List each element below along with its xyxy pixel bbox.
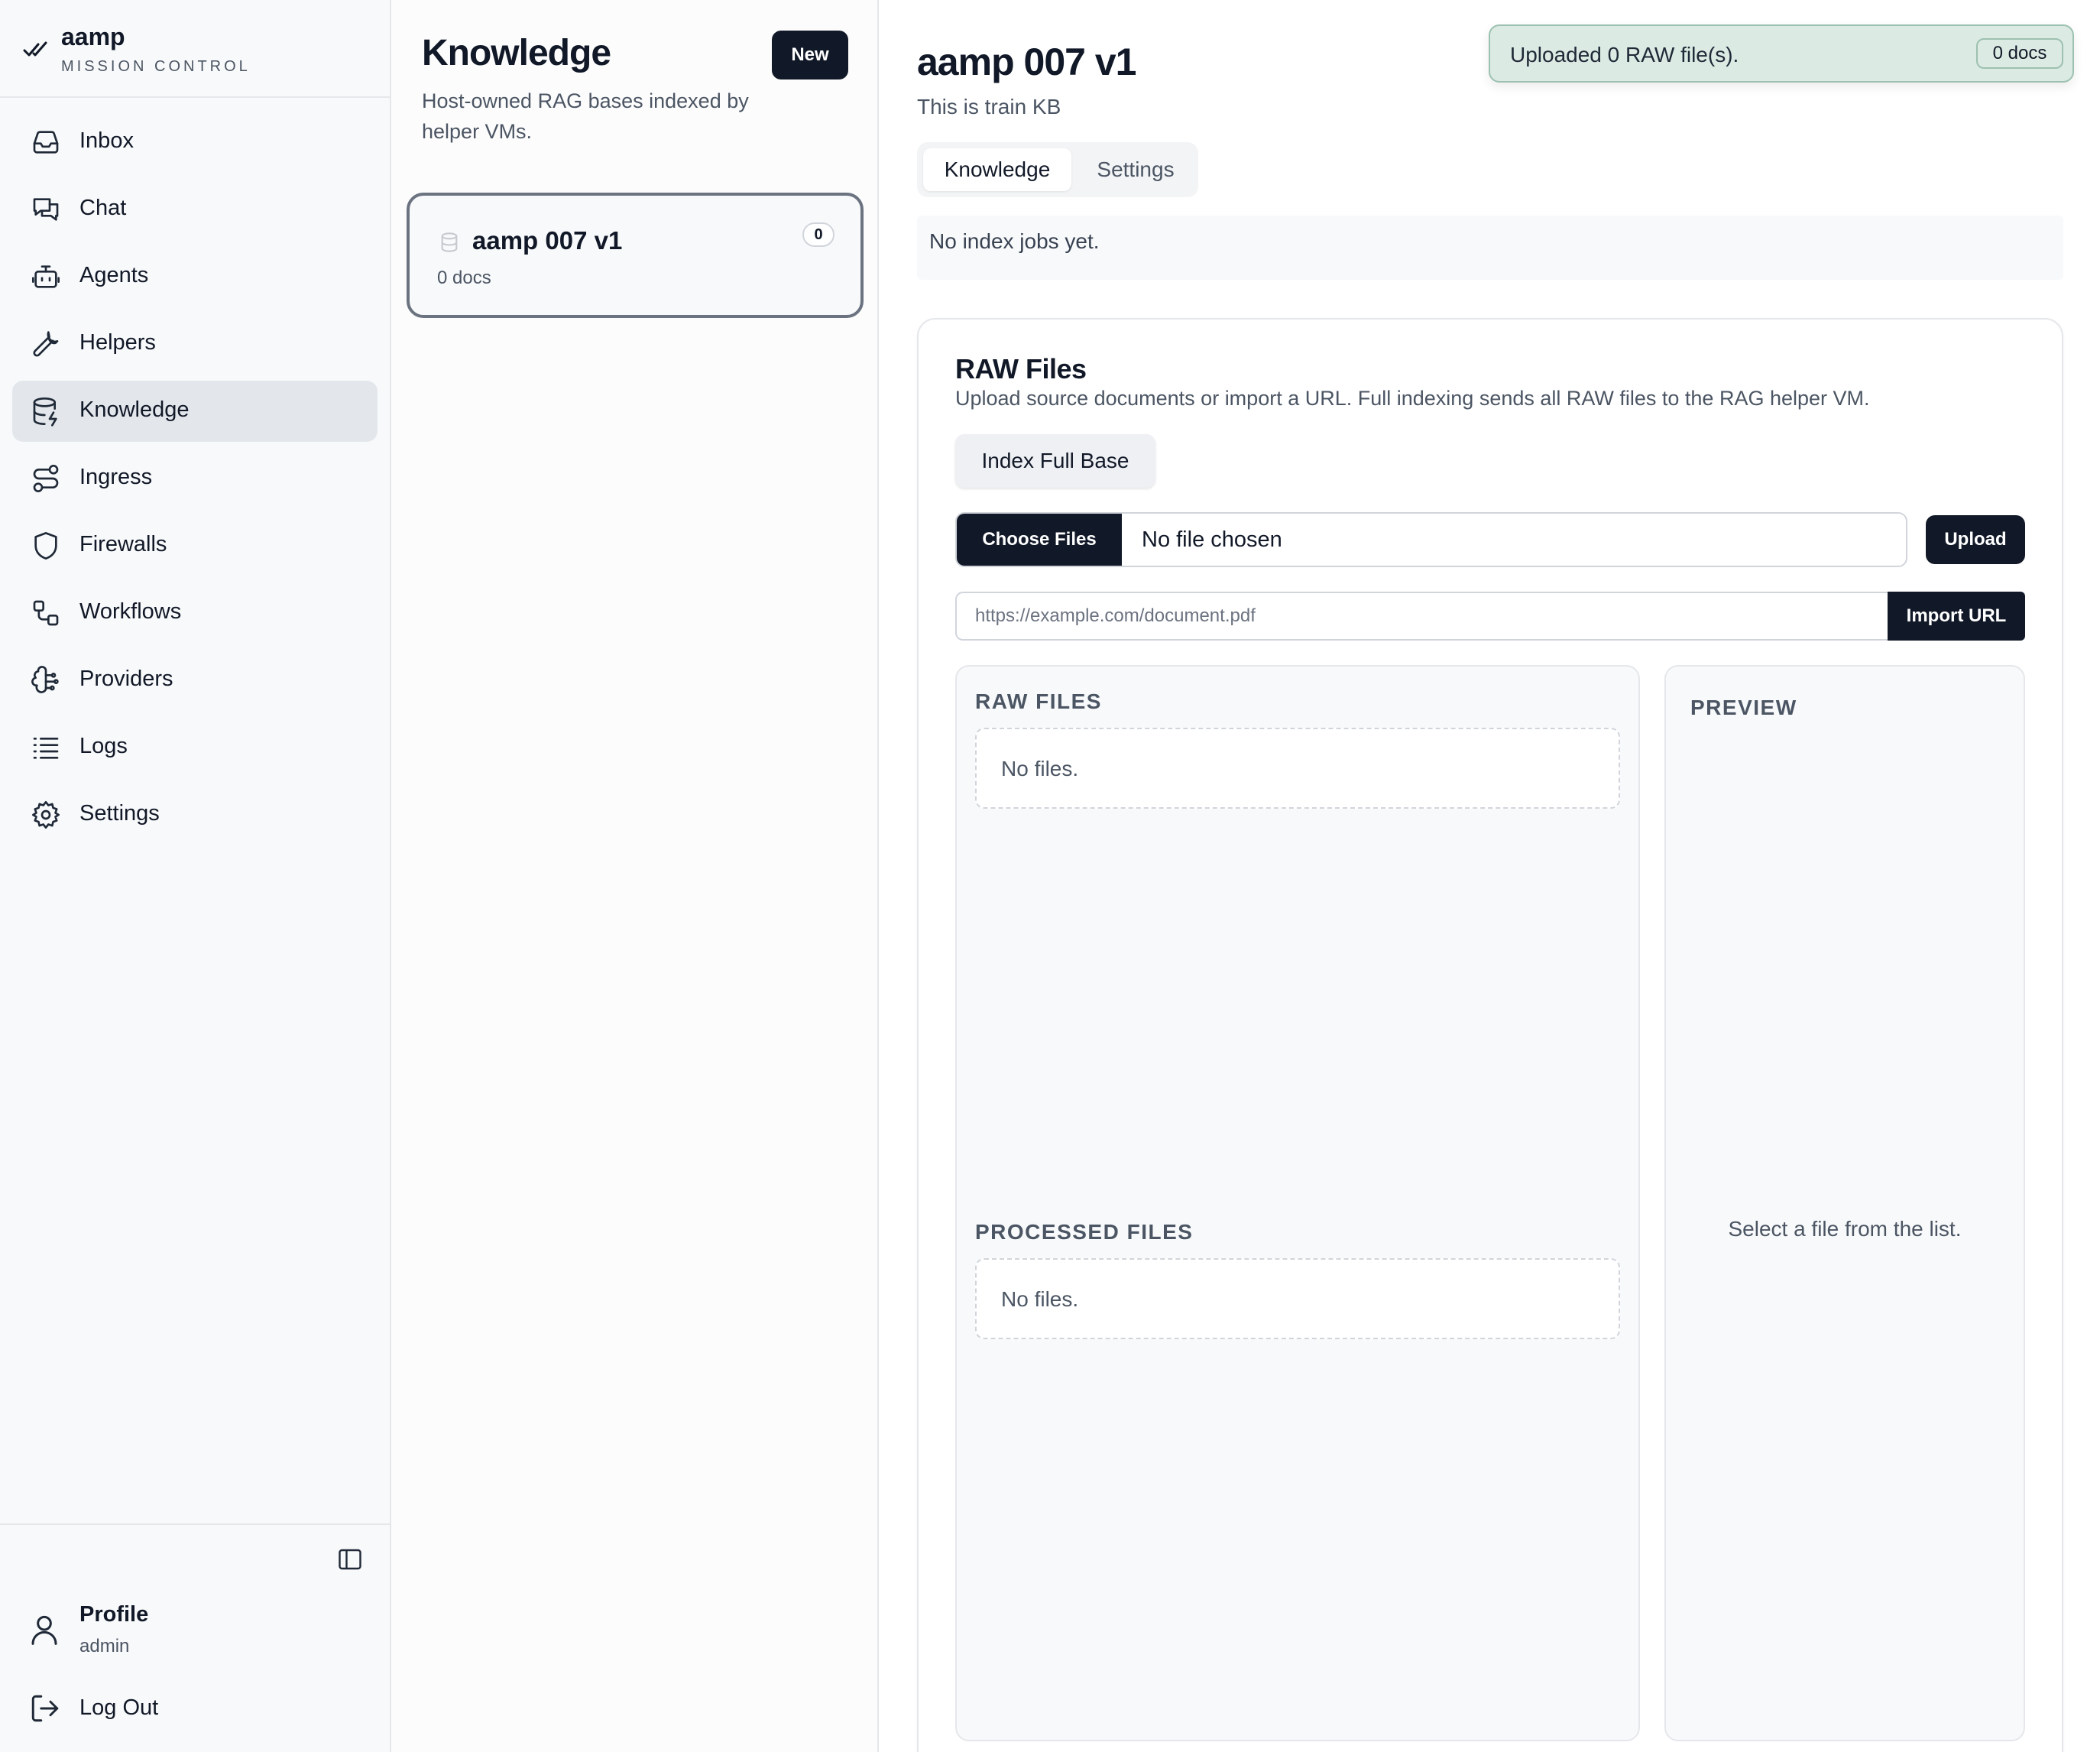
index-jobs-panel: No index jobs yet. (917, 216, 2063, 280)
processed-files-empty-box: No files. (975, 1258, 1620, 1339)
sidebar-item-label: Logs (79, 734, 128, 758)
raw-files-title: RAW Files (955, 353, 1087, 384)
list-description: Host-owned RAG bases indexed by helper V… (422, 89, 749, 143)
checkmarks-logo-icon (23, 41, 47, 57)
toast-message: Uploaded 0 RAW file(s). (1510, 43, 1739, 67)
brand-subtitle: MISSION CONTROL (61, 58, 251, 75)
sidebar-item-label: Knowledge (79, 397, 190, 422)
sidebar-item-settings[interactable]: Settings (12, 784, 378, 845)
brand: aamp MISSION CONTROL (0, 0, 390, 98)
sidebar-item-label: Settings (79, 801, 160, 826)
wrench-icon (33, 331, 59, 357)
upload-button[interactable]: Upload (1926, 515, 2025, 564)
sidebar-item-providers[interactable]: Providers (12, 650, 378, 711)
profile-role: admin (79, 1636, 130, 1656)
gear-icon (32, 801, 60, 829)
index-full-base-button[interactable]: Index Full Base (955, 434, 1155, 488)
shield-icon (34, 532, 57, 560)
sidebar-item-ingress[interactable]: Ingress (12, 448, 378, 509)
sidebar-item-firewalls[interactable]: Firewalls (12, 515, 378, 576)
sidebar-item-label: Inbox (79, 128, 134, 153)
logout-button[interactable]: Log Out (79, 1695, 158, 1721)
sidebar: aamp MISSION CONTROL Inbox Chat Agents H… (0, 0, 391, 1752)
list-title: Knowledge (422, 33, 611, 73)
processed-files-empty-text: No files. (1001, 1287, 1079, 1311)
inbox-icon (33, 131, 59, 154)
sidebar-item-label: Providers (79, 667, 173, 691)
sidebar-item-label: Ingress (79, 465, 153, 489)
database-icon (33, 397, 57, 427)
new-knowledge-button[interactable]: New (772, 31, 848, 79)
tab-bar: Knowledge Settings (917, 142, 1198, 197)
robot-icon (32, 265, 60, 288)
sidebar-item-logs[interactable]: Logs (12, 717, 378, 778)
raw-files-empty-box: No files. (975, 728, 1620, 809)
toast-docs-badge: 0 docs (1976, 38, 2063, 69)
sidebar-item-workflows[interactable]: Workflows (12, 582, 378, 644)
page-subtitle: This is train KB (917, 95, 1061, 118)
raw-files-empty-text: No files. (1001, 757, 1079, 780)
raw-files-description: Upload source documents or import a URL.… (955, 387, 1870, 410)
route-icon (33, 465, 59, 492)
page-title: aamp 007 v1 (917, 41, 1136, 83)
logout-icon[interactable] (29, 1692, 61, 1724)
brand-name: aamp (61, 23, 125, 50)
sidebar-toggle-icon[interactable] (336, 1546, 364, 1573)
chat-icon (33, 198, 59, 221)
processed-files-section-label: PROCESSED FILES (975, 1220, 1194, 1244)
upload-toast: Uploaded 0 RAW file(s). 0 docs (1489, 24, 2074, 83)
files-panel (955, 665, 1640, 1741)
sidebar-item-label: Chat (79, 196, 127, 220)
sidebar-item-helpers[interactable]: Helpers (12, 313, 378, 375)
file-picker[interactable]: Choose Files No file chosen (955, 512, 1907, 567)
preview-hint: Select a file from the list. (1728, 1217, 1962, 1241)
doc-count-badge: 0 (802, 222, 834, 247)
index-jobs-empty: No index jobs yet. (929, 229, 1100, 253)
choose-files-button[interactable]: Choose Files (957, 514, 1122, 566)
raw-files-section-label: RAW FILES (975, 689, 1102, 713)
tab-settings[interactable]: Settings (1079, 148, 1192, 191)
sidebar-item-label: Firewalls (79, 532, 167, 556)
preview-panel (1664, 665, 2025, 1741)
sidebar-item-inbox[interactable]: Inbox (12, 112, 378, 173)
import-url-input[interactable] (955, 592, 1889, 641)
import-url-button[interactable]: Import URL (1888, 592, 2025, 641)
workflow-icon (33, 600, 59, 626)
user-icon[interactable] (29, 1613, 60, 1647)
preview-section-label: PREVIEW (1690, 696, 1797, 719)
list-icon (33, 738, 59, 759)
knowledge-base-card[interactable]: aamp 007 v1 0 docs 0 (407, 193, 864, 318)
brain-icon (31, 666, 59, 693)
database-icon (441, 232, 458, 252)
profile-name[interactable]: Profile (79, 1602, 148, 1627)
tab-knowledge[interactable]: Knowledge (923, 148, 1071, 191)
sidebar-item-label: Workflows (79, 599, 182, 624)
knowledge-base-name: aamp 007 v1 (472, 226, 623, 255)
sidebar-item-chat[interactable]: Chat (12, 179, 378, 240)
file-picker-status: No file chosen (1142, 527, 1282, 552)
sidebar-item-label: Agents (79, 263, 149, 287)
knowledge-base-docs: 0 docs (437, 268, 491, 288)
sidebar-item-label: Helpers (79, 330, 156, 355)
sidebar-item-knowledge[interactable]: Knowledge (12, 381, 378, 442)
sidebar-item-agents[interactable]: Agents (12, 246, 378, 307)
